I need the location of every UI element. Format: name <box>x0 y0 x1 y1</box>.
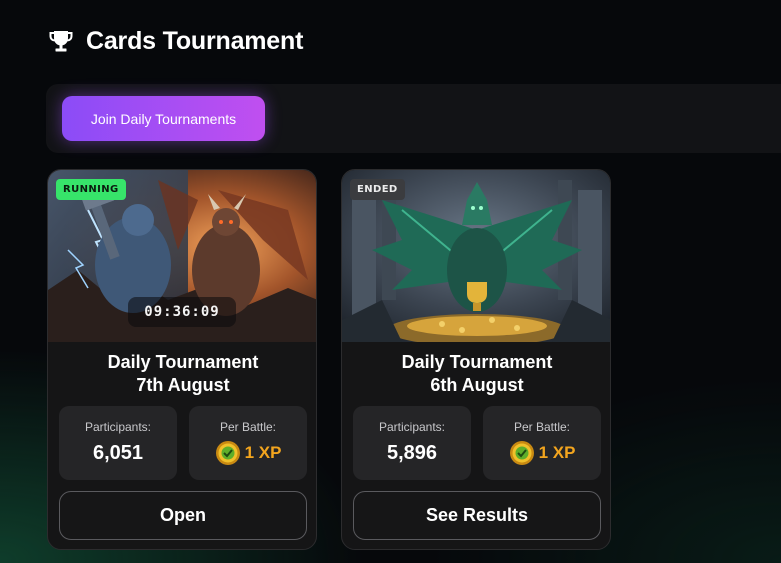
participants-label: Participants: <box>378 420 446 434</box>
countdown-timer: 09:36:09 <box>128 297 236 327</box>
per-battle-reward: 1 XP <box>483 440 601 466</box>
participants-value: 5,896 <box>386 442 438 464</box>
per-battle-label: Per Battle: <box>513 420 571 434</box>
page-title: Cards Tournament <box>86 26 304 55</box>
participants-label: Participants: <box>84 420 152 434</box>
per-battle-panel: Per Battle: 1 XP <box>189 406 307 480</box>
tournament-card: RUNNING 09:36:09 Daily Tournament 7th Au… <box>47 169 317 550</box>
participants-panel: Participants: 6,051 <box>59 406 177 480</box>
card-date: 6th August <box>430 375 524 395</box>
tournament-artwork: RUNNING 09:36:09 <box>48 170 316 342</box>
card-title-line: Daily Tournament <box>401 352 553 372</box>
per-battle-value: 1 XP <box>538 443 576 462</box>
see-results-button[interactable]: See Results <box>353 491 601 540</box>
per-battle-panel: Per Battle: 1 XP <box>483 406 601 480</box>
trophy-icon <box>48 29 74 53</box>
per-battle-value: 1 XP <box>244 443 282 462</box>
card-title: Daily Tournament 7th August <box>48 351 316 397</box>
per-battle-label: Per Battle: <box>219 420 277 434</box>
participants-panel: Participants: 5,896 <box>353 406 471 480</box>
join-daily-tournaments-button[interactable]: Join Daily Tournaments <box>62 96 265 141</box>
card-title-line: Daily Tournament <box>107 352 259 372</box>
xp-coin-icon <box>215 440 241 466</box>
toolbar: Join Daily Tournaments <box>46 84 781 153</box>
participants-value: 6,051 <box>92 442 144 464</box>
card-title: Daily Tournament 6th August <box>342 351 610 397</box>
xp-coin-icon <box>509 440 535 466</box>
status-badge: ENDED <box>350 179 405 200</box>
page-header: Cards Tournament <box>48 26 303 56</box>
tournament-artwork: ENDED <box>342 170 610 342</box>
card-date: 7th August <box>136 375 230 395</box>
tournament-card: ENDED Daily Tournament 6th August Partic… <box>341 169 611 550</box>
open-button[interactable]: Open <box>59 491 307 540</box>
per-battle-reward: 1 XP <box>189 440 307 466</box>
status-badge: RUNNING <box>56 179 126 200</box>
